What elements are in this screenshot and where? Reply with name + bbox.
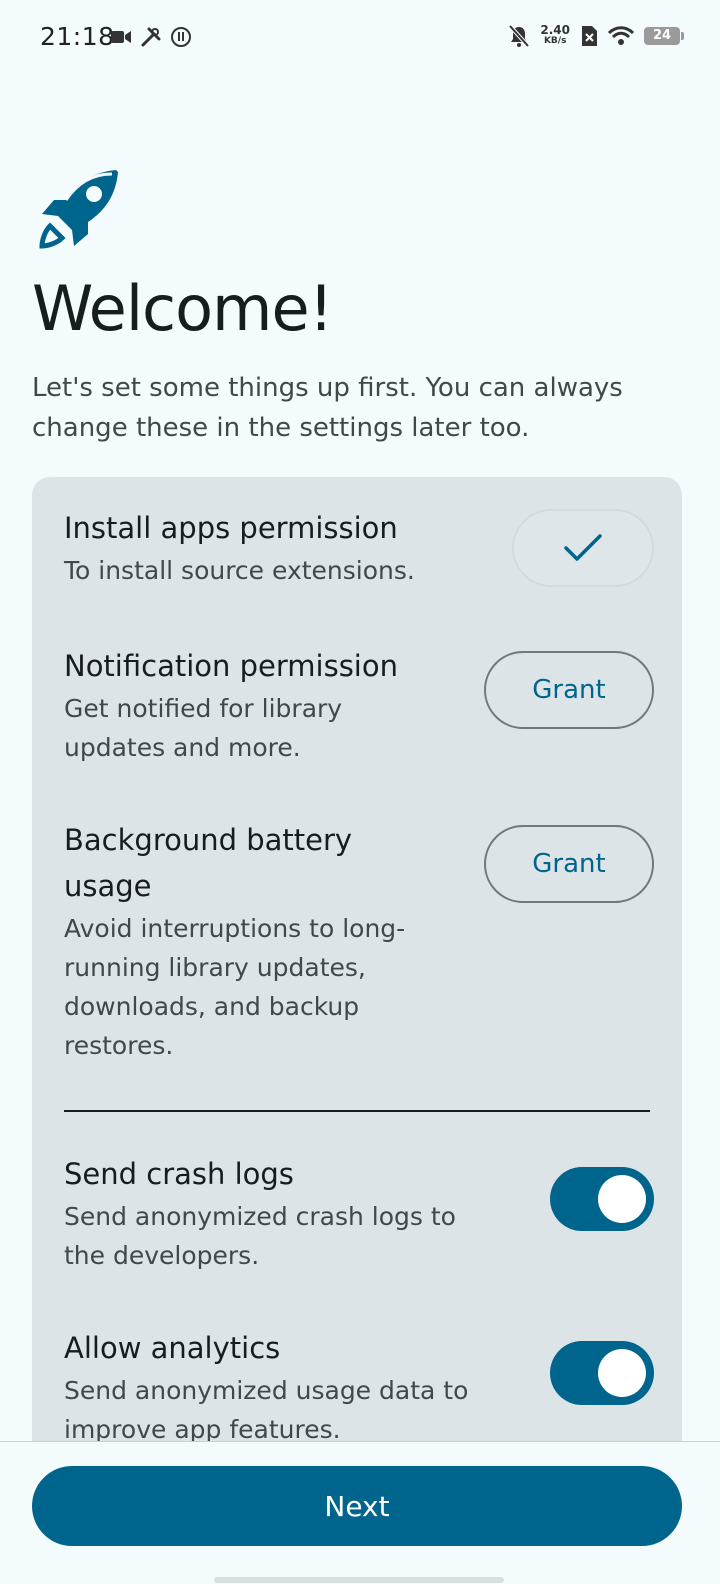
switch-knob (598, 1175, 646, 1223)
row-description: Get notified for library updates and mor… (64, 694, 343, 762)
video-camera-icon (111, 31, 131, 43)
background-battery-row: Background battery usage Avoid interrupt… (64, 817, 654, 1077)
rocket-icon (39, 170, 118, 249)
row-description: Send anonymized usage data to improve ap… (64, 1376, 469, 1444)
row-description: Send anonymized crash logs to the develo… (64, 1202, 456, 1270)
divider (64, 1110, 650, 1112)
row-description: To install source extensions. (64, 556, 415, 585)
wifi-icon (608, 26, 634, 45)
app-notification-icon (171, 27, 191, 47)
check-icon (564, 534, 602, 561)
analytics-switch[interactable] (550, 1341, 654, 1405)
crash-logs-switch[interactable] (550, 1167, 654, 1231)
tools-icon (141, 27, 161, 47)
notification-permission-row: Notification permission Get notified for… (64, 643, 654, 783)
install-apps-granted-button[interactable] (512, 509, 654, 587)
row-title: Send crash logs (64, 1157, 294, 1191)
status-time: 21:18 (40, 22, 115, 51)
row-title: Install apps permission (64, 511, 398, 545)
row-title: Notification permission (64, 649, 398, 683)
grant-notification-button[interactable]: Grant (484, 651, 654, 729)
setup-card: Install apps permission To install sourc… (32, 477, 682, 1477)
crash-logs-row[interactable]: Send crash logs Send anonymized crash lo… (64, 1151, 654, 1271)
install-apps-permission-row: Install apps permission To install sourc… (64, 505, 654, 615)
battery-indicator: 24 (644, 27, 684, 45)
grant-battery-button[interactable]: Grant (484, 825, 654, 903)
onboarding-screen: 21:18 2.40 KB/s 24 Welcome! Let's set so… (0, 0, 720, 1584)
row-title: Background battery usage (64, 823, 353, 903)
row-description: Avoid interruptions to long-running libr… (64, 914, 406, 1060)
switch-knob (598, 1349, 646, 1397)
no-sim-icon (582, 26, 597, 46)
home-indicator (214, 1577, 504, 1583)
row-title: Allow analytics (64, 1331, 281, 1365)
bottom-bar: Next (0, 1441, 720, 1584)
next-button[interactable]: Next (32, 1466, 682, 1546)
analytics-row[interactable]: Allow analytics Send anonymized usage da… (64, 1325, 654, 1445)
notifications-off-icon (508, 24, 530, 48)
intro-text: Let's set some things up first. You can … (32, 373, 623, 443)
network-speed: 2.40 KB/s (540, 23, 570, 46)
page-title: Welcome! (32, 272, 333, 345)
status-bar: 21:18 2.40 KB/s 24 (0, 0, 720, 80)
